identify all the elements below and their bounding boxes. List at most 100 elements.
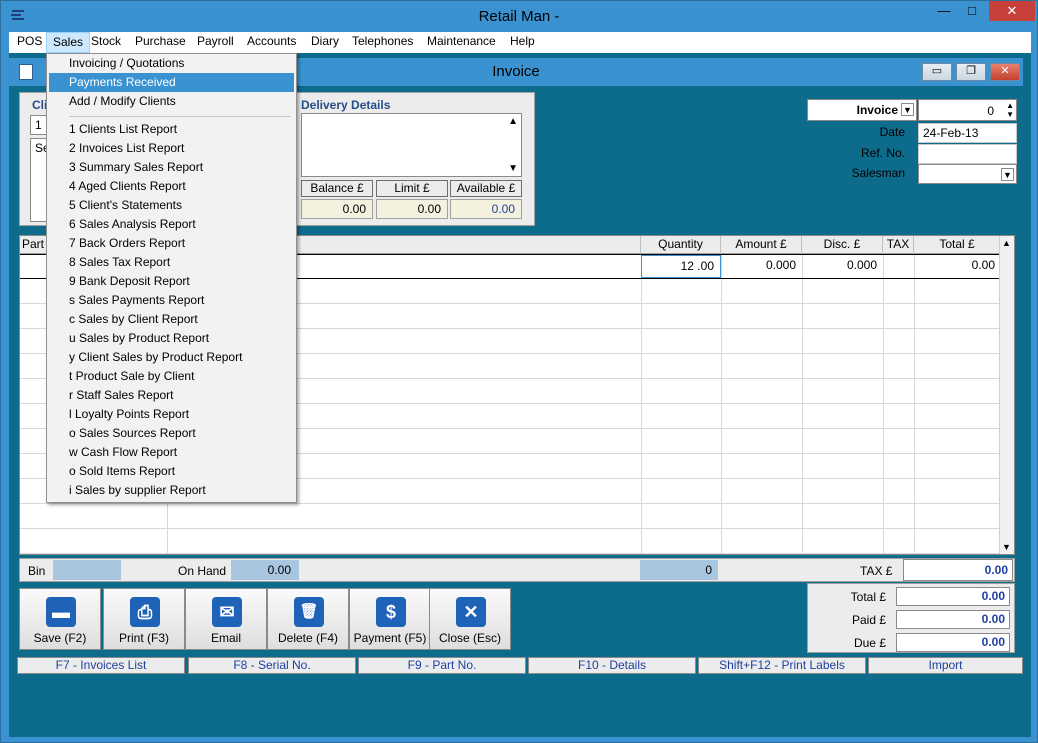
menu-accounts[interactable]: Accounts xyxy=(241,32,302,53)
close-icon: ✕ xyxy=(456,597,486,627)
amount-cell[interactable]: 0.000 xyxy=(721,255,802,278)
menu-payroll[interactable]: Payroll xyxy=(191,32,240,53)
menu-item-report[interactable]: o Sales Sources Report xyxy=(49,424,294,443)
part-no-key[interactable]: F9 - Part No. xyxy=(358,657,526,674)
email-button[interactable]: ✉ Email xyxy=(185,588,267,650)
header-total[interactable]: Total £ xyxy=(914,236,1001,254)
menu-item-report[interactable]: y Client Sales by Product Report xyxy=(49,348,294,367)
menu-item-report[interactable]: 7 Back Orders Report xyxy=(49,234,294,253)
save-button[interactable]: ▬ Save (F2) xyxy=(19,588,101,650)
print-label: Print (F3) xyxy=(118,631,169,645)
scroll-up-icon[interactable]: ▲ xyxy=(1002,238,1011,248)
available-value: 0.00 xyxy=(450,199,522,219)
ref-no-label: Ref. No. xyxy=(860,146,905,160)
close-button[interactable]: ✕ Close (Esc) xyxy=(429,588,511,650)
menu-telephones[interactable]: Telephones xyxy=(346,32,419,53)
menu-help[interactable]: Help xyxy=(504,32,541,53)
sales-dropdown-menu: Invoicing / Quotations Payments Received… xyxy=(46,53,297,503)
salesman-select[interactable]: ▼ xyxy=(918,164,1017,184)
delivery-details-box[interactable]: ▲ ▼ xyxy=(301,113,522,177)
table-row[interactable] xyxy=(20,504,1001,529)
minimize-button[interactable]: — xyxy=(931,1,957,21)
dollar-icon: $ xyxy=(376,597,406,627)
balance-header: Balance £ xyxy=(301,180,373,197)
doc-close-button[interactable]: ✕ xyxy=(990,63,1020,81)
close-label: Close (Esc) xyxy=(438,631,501,645)
ref-no-field[interactable] xyxy=(918,144,1017,164)
menu-item-report[interactable]: 6 Sales Analysis Report xyxy=(49,215,294,234)
doc-minimize-button[interactable]: ▭ xyxy=(922,63,952,81)
chevron-down-icon[interactable]: ▼ xyxy=(901,103,914,116)
menu-stock[interactable]: Stock xyxy=(85,32,127,53)
app-window: Retail Man - — □ ✕ POS Sales Stock Purch… xyxy=(0,0,1038,743)
scroll-down-icon[interactable]: ▼ xyxy=(1002,542,1011,552)
header-tax[interactable]: TAX xyxy=(883,236,914,254)
menu-item-report[interactable]: w Cash Flow Report xyxy=(49,443,294,462)
date-label: Date xyxy=(879,125,905,139)
delete-button[interactable]: 🗑 Delete (F4) xyxy=(267,588,349,650)
table-row[interactable] xyxy=(20,529,1001,554)
on-hand-label: On Hand xyxy=(178,564,227,578)
menu-item-report[interactable]: 1 Clients List Report xyxy=(49,120,294,139)
menu-maintenance[interactable]: Maintenance xyxy=(421,32,502,53)
menu-pos[interactable]: POS xyxy=(11,32,48,53)
invoice-number-field[interactable]: 0 ▲ ▼ xyxy=(918,99,1017,121)
window-title: Retail Man - xyxy=(478,8,560,25)
scroll-up-icon[interactable]: ▲ xyxy=(508,116,518,127)
menu-item-report[interactable]: i Sales by supplier Report xyxy=(49,481,294,500)
print-labels-key[interactable]: Shift+F12 - Print Labels xyxy=(698,657,866,674)
menu-diary[interactable]: Diary xyxy=(305,32,345,53)
trash-icon: 🗑 xyxy=(294,597,324,627)
doc-restore-button[interactable]: ❐ xyxy=(956,63,986,81)
menu-item-report[interactable]: 8 Sales Tax Report xyxy=(49,253,294,272)
payment-label: Payment (F5) xyxy=(353,631,427,645)
tax-label: TAX £ xyxy=(860,564,893,578)
print-button[interactable]: ⎙ Print (F3) xyxy=(103,588,185,650)
menu-purchase[interactable]: Purchase xyxy=(129,32,192,53)
menu-item-report[interactable]: 2 Invoices List Report xyxy=(49,139,294,158)
menu-item-invoicing-quotations[interactable]: Invoicing / Quotations xyxy=(49,54,294,73)
spin-down-icon[interactable]: ▼ xyxy=(1006,110,1014,119)
maximize-button[interactable]: □ xyxy=(959,1,985,21)
menu-item-report[interactable]: r Staff Sales Report xyxy=(49,386,294,405)
save-icon: ▬ xyxy=(46,597,76,627)
close-window-button[interactable]: ✕ xyxy=(989,1,1035,21)
menu-item-report[interactable]: u Sales by Product Report xyxy=(49,329,294,348)
payment-button[interactable]: $ Payment (F5) xyxy=(349,588,431,650)
menu-item-report[interactable]: o Sold Items Report xyxy=(49,462,294,481)
menu-item-add-modify-clients[interactable]: Add / Modify Clients xyxy=(49,92,294,111)
menu-item-report[interactable]: 4 Aged Clients Report xyxy=(49,177,294,196)
details-key[interactable]: F10 - Details xyxy=(528,657,696,674)
menu-item-report[interactable]: 3 Summary Sales Report xyxy=(49,158,294,177)
scroll-down-icon[interactable]: ▼ xyxy=(508,163,518,174)
title-bar: Retail Man - — □ ✕ xyxy=(1,1,1037,31)
header-quantity[interactable]: Quantity xyxy=(641,236,721,254)
menu-item-report[interactable]: 5 Client's Statements xyxy=(49,196,294,215)
menu-item-report[interactable]: c Sales by Client Report xyxy=(49,310,294,329)
date-field[interactable]: 24-Feb-13 xyxy=(918,123,1017,143)
invoice-number: 0 xyxy=(987,104,994,118)
menu-item-report[interactable]: l Loyalty Points Report xyxy=(49,405,294,424)
import-key[interactable]: Import xyxy=(868,657,1023,674)
menu-item-report[interactable]: 9 Bank Deposit Report xyxy=(49,272,294,291)
header-discount[interactable]: Disc. £ xyxy=(802,236,883,254)
invoice-type-select[interactable]: Invoice ▼ xyxy=(807,99,917,121)
save-label: Save (F2) xyxy=(33,631,87,645)
quantity-cell[interactable]: 12 .00 xyxy=(641,255,721,278)
bin-field xyxy=(53,560,121,580)
menu-sales[interactable]: Sales xyxy=(46,32,91,53)
menu-separator xyxy=(69,116,291,117)
spin-up-icon[interactable]: ▲ xyxy=(1006,101,1014,110)
on-hand-value: 0.00 xyxy=(231,560,299,580)
invoices-list-key[interactable]: F7 - Invoices List xyxy=(17,657,185,674)
invoice-info: Invoice ▼ 0 ▲ ▼ Date 24-Feb-13 Ref. No. … xyxy=(807,99,1017,185)
chevron-down-icon[interactable]: ▼ xyxy=(1001,168,1014,181)
discount-cell[interactable]: 0.000 xyxy=(802,255,883,278)
menu-item-payments-received[interactable]: Payments Received xyxy=(49,73,294,92)
menu-item-report[interactable]: s Sales Payments Report xyxy=(49,291,294,310)
header-amount[interactable]: Amount £ xyxy=(721,236,802,254)
serial-no-key[interactable]: F8 - Serial No. xyxy=(188,657,356,674)
grid-scrollbar[interactable]: ▲ ▼ xyxy=(999,236,1014,554)
total-cell[interactable]: 0.00 xyxy=(914,255,1001,278)
menu-item-report[interactable]: t Product Sale by Client xyxy=(49,367,294,386)
